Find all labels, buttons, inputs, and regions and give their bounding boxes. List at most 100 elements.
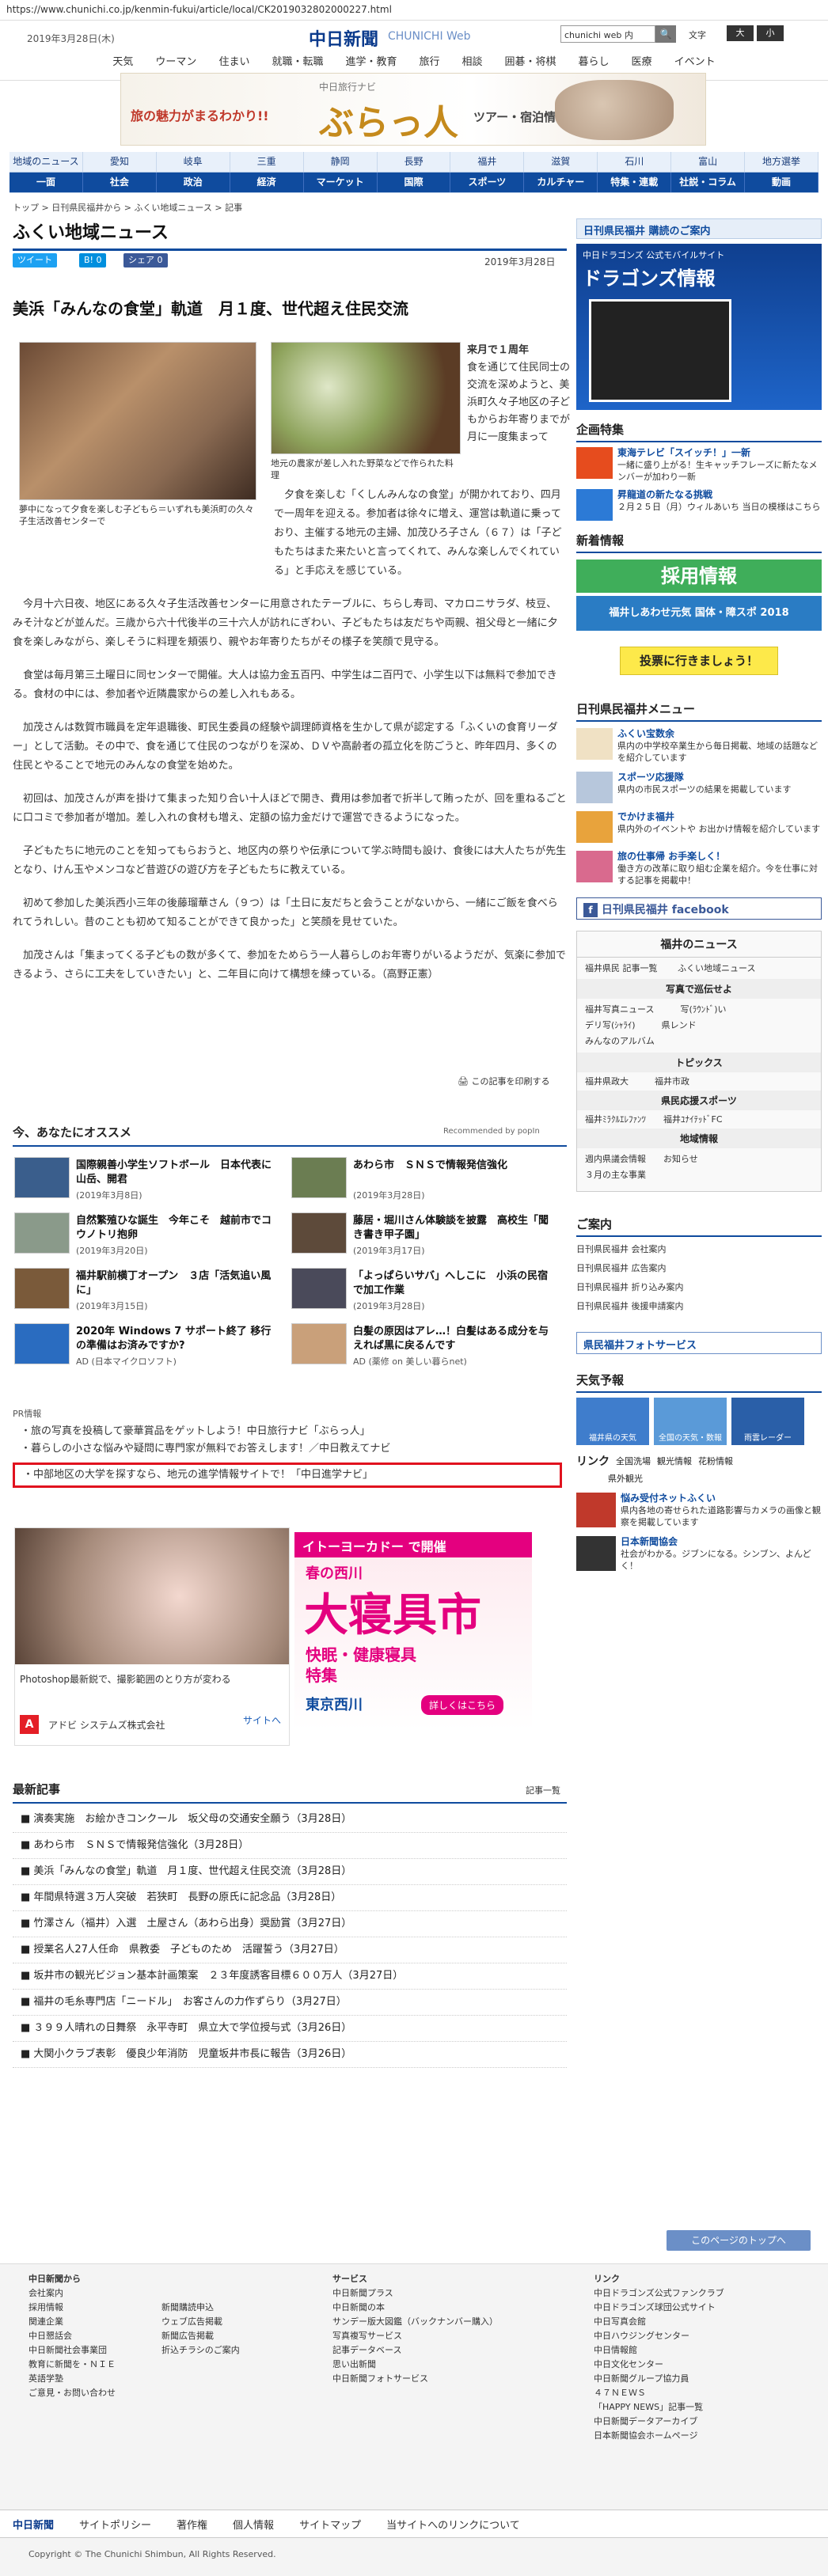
recommend-item[interactable]: 自然繁殖ひな誕生 今年こそ 越前市でコウノトリ抱卵 (2019年3月20日) — [14, 1212, 283, 1260]
latest-row[interactable]: ■ 福井の毛糸専門店「ニードル」 お客さんの力作ずらり（3月27日） — [13, 1990, 567, 2016]
adobe-ad[interactable]: 広告 Photoshop最新鋭で、撮影範囲のとり方が変わる A アドビ システム… — [14, 1527, 290, 1746]
tweet-button[interactable]: ツイート — [13, 253, 57, 267]
secnav-nagano[interactable]: 長野 — [378, 152, 451, 172]
recommend-brand[interactable]: Recommended by popIn — [443, 1127, 540, 1136]
recommend-item[interactable]: 白髪の原因はアレ…！白髪はある成分を与えれば黒に戻るんです AD (薬修 on 美… — [291, 1323, 560, 1371]
link-local-news[interactable]: ふくい地域ニュース — [678, 963, 755, 973]
back-to-top-button[interactable]: このページのトップへ — [667, 2230, 811, 2251]
footer-nav-item[interactable]: 個人情報 — [220, 2510, 287, 2538]
footer-link[interactable]: 会社案内 — [28, 2286, 116, 2301]
weather-fukui-button[interactable]: 福井県の天気 — [576, 1398, 649, 1445]
nav-woman[interactable]: ウーマン — [144, 49, 207, 73]
footer-nav-item[interactable]: 著作権 — [164, 2510, 220, 2538]
nav-life[interactable]: 暮らし — [568, 49, 621, 73]
latest-row[interactable]: ■ ３９９人晴れの日舞祭 永平寺町 県立大で学位授与式（3月26日） — [13, 2016, 567, 2042]
kenmin-subscribe-link[interactable]: 日刊県民福井 購読のご案内 — [576, 218, 822, 239]
footer-link[interactable]: 思い出新聞 — [332, 2358, 498, 2372]
footer-link[interactable]: 関連企業 — [28, 2315, 116, 2329]
menu-2[interactable]: スポーツ応援隊 県内の市民スポーツの結果を掲載しています — [576, 772, 822, 803]
recommend-item[interactable]: あわら市 ＳＮＳで情報発信強化 (2019年3月28日) — [291, 1157, 560, 1205]
footer-link[interactable]: 中日文化センター — [594, 2358, 724, 2372]
latest-row[interactable]: ■ 演奏実施 お絵かきコンクール 坂父母の交通安全願う（3月28日） — [13, 1807, 567, 1833]
recommend-item[interactable]: 福井駅前横丁オープン ３店「活気追い風に」 (2019年3月15日) — [14, 1268, 283, 1315]
secnav-culture[interactable]: カルチャー — [524, 173, 598, 192]
ad-ito-button[interactable]: 詳しくはこちら — [421, 1695, 504, 1715]
latest-row[interactable]: ■ あわら市 ＳＮＳで情報発信強化（3月28日） — [13, 1833, 567, 1859]
secnav-economy[interactable]: 経済 — [230, 173, 304, 192]
footer-link[interactable]: 中日新聞グループ協力員 — [594, 2372, 724, 2386]
footer-link[interactable]: 中日新聞の本 — [332, 2301, 498, 2315]
guide-link-2[interactable]: 日刊県民福井 広告案内 — [576, 1259, 822, 1278]
link-item-2[interactable]: 観光情報 — [657, 1455, 692, 1467]
footer-nav-item[interactable]: サイトポリシー — [66, 2510, 164, 2538]
rain-radar-button[interactable]: 雨雲レーダー — [731, 1398, 804, 1445]
hatena-button[interactable]: B! 0 — [79, 253, 107, 267]
link-region-1[interactable]: 週内県議会情報 — [585, 1154, 646, 1164]
latest-row[interactable]: ■ 大関小クラブ表彰 優良少年消防 児童坂井市長に報告（3月26日） — [13, 2042, 567, 2068]
guide-link-1[interactable]: 日刊県民福井 会社案内 — [576, 1240, 822, 1259]
secnav-local[interactable]: 地域のニュース — [9, 152, 83, 172]
latest-row[interactable]: ■ 坂井市の観光ビジョン基本計画策案 ２３年度誘客目標６００万人（3月27日） — [13, 1963, 567, 1990]
secnav-world[interactable]: 国際 — [378, 173, 451, 192]
secnav-aichi[interactable]: 愛知 — [83, 152, 157, 172]
kokutai-banner[interactable]: 福井しあわせ元気 国体・障スポ 2018 — [576, 596, 822, 631]
jpn-banner[interactable]: 日本新聞協会 社会がわかる。ジブンになる。シンブン、よんどく！ — [576, 1536, 822, 1572]
footer-link[interactable]: ご意見・お問い合わせ — [28, 2386, 116, 2400]
link-region-3[interactable]: ３月の主な事業 — [585, 1170, 646, 1180]
itoyokado-ad[interactable]: イトーヨーカドー で開催 春の西川 大寝具市 快眠・健康寝具特集 東京西川 詳し… — [294, 1532, 532, 1730]
facebook-share-button[interactable]: シェア 0 — [123, 253, 168, 267]
secnav-video[interactable]: 動画 — [745, 173, 819, 192]
footer-link[interactable]: 中日懇話会 — [28, 2329, 116, 2343]
link-item-3[interactable]: 花粉情報 — [698, 1455, 733, 1467]
secnav-market[interactable]: マーケット — [304, 173, 378, 192]
secnav-shiga[interactable]: 滋賀 — [524, 152, 598, 172]
footer-link[interactable]: 中日ドラゴンズ球団公式サイト — [594, 2301, 724, 2315]
footer-link[interactable]: 中日ドラゴンズ公式ファンクラブ — [594, 2286, 724, 2301]
link-topic-2[interactable]: 福井市政 — [655, 1076, 689, 1087]
secnav-shizuoka[interactable]: 静岡 — [304, 152, 378, 172]
secnav-toyama[interactable]: 富山 — [671, 152, 746, 172]
pr-link-1[interactable]: ・旅の写真を投稿して豪華賞品をゲットしよう！中日旅行ナビ「ぶらっ人」 — [13, 1423, 567, 1440]
footer-link[interactable]: 日本新聞協会ホームページ — [594, 2429, 724, 2443]
breadcrumb[interactable]: トップ > 日刊県民福井から > ふくい地域ニュース > 記事 — [13, 201, 242, 214]
ad-site-link[interactable]: サイトへ — [243, 1713, 281, 1727]
guide-link-4[interactable]: 日刊県民福井 後援申請案内 — [576, 1297, 822, 1316]
nav-travel[interactable]: 旅行 — [408, 49, 450, 73]
nav-education[interactable]: 進学・教育 — [334, 49, 408, 73]
photo-service-banner[interactable]: 県民福井フォトサービス — [576, 1332, 822, 1354]
link-photo-3[interactable]: デリ写(ｼｬﾗｲ) — [585, 1020, 636, 1030]
footer-nav-item[interactable]: サイトマップ — [287, 2510, 374, 2538]
secnav-society[interactable]: 社会 — [83, 173, 157, 192]
secnav-front[interactable]: 一面 — [9, 173, 83, 192]
footer-link[interactable]: 採用情報 — [28, 2301, 116, 2315]
secnav-politics[interactable]: 政治 — [157, 173, 230, 192]
print-link[interactable]: 🖨 この記事を印刷する — [458, 1075, 549, 1087]
secnav-gifu[interactable]: 岐阜 — [157, 152, 230, 172]
footer-link[interactable]: 中日写真会館 — [594, 2315, 724, 2329]
secnav-mie[interactable]: 三重 — [230, 152, 304, 172]
latest-row[interactable]: ■ 美浜「みんなの食堂」軌道 月１度、世代超え住民交流（3月28日） — [13, 1859, 567, 1885]
site-logo[interactable]: 中日新聞 — [309, 25, 378, 51]
link-sports-1[interactable]: 福井ﾐﾗｸﾙｴﾚﾌｧﾝﾂ — [585, 1114, 646, 1125]
secnav-fukui[interactable]: 福井 — [450, 152, 525, 172]
secnav-feature[interactable]: 特集・連載 — [598, 173, 672, 192]
secnav-election[interactable]: 地方選挙 — [745, 152, 819, 172]
link-region-2[interactable]: お知らせ — [663, 1154, 698, 1164]
link-album[interactable]: みんなのアルバム — [585, 1036, 655, 1046]
nav-consult[interactable]: 相談 — [451, 49, 494, 73]
footer-link[interactable]: 中日新聞プラス — [332, 2286, 498, 2301]
footer-link[interactable]: ウェブ広告掲載 — [161, 2315, 240, 2329]
footer-link[interactable]: サンデー版大図鑑（バックナンバー購入） — [332, 2315, 498, 2329]
feature-1[interactable]: 東海テレビ「スイッチ！」一新 一緒に盛り上がる！生キャッチフレーズに新たなメンバー… — [576, 447, 822, 483]
secnav-ishikawa[interactable]: 石川 — [598, 152, 672, 172]
link-item-1[interactable]: 全国洗場 — [616, 1455, 651, 1467]
secnav-sports[interactable]: スポーツ — [450, 173, 525, 192]
latest-row[interactable]: ■ 授業名人27人任命 県教委 子どものため 活躍誓う（3月27日） — [13, 1937, 567, 1963]
footer-link[interactable]: 折込チラシのご案内 — [161, 2343, 240, 2358]
article-photo-dishes[interactable] — [271, 342, 461, 454]
link-kenmin-list[interactable]: 福井県民 記事一覧 — [585, 963, 658, 973]
link-photo-2[interactable]: 写(ﾗｳﾝﾄﾞ)い — [680, 1004, 726, 1015]
nav-go-shogi[interactable]: 囲碁・将棋 — [494, 49, 568, 73]
latest-row[interactable]: ■ 年間県特選３万人突破 若狭町 長野の原氏に記念品（3月28日） — [13, 1885, 567, 1911]
latest-row[interactable]: ■ 竹澤さん（福井）入選 土屋さん（あわら出身）奨励賞（3月27日） — [13, 1911, 567, 1937]
